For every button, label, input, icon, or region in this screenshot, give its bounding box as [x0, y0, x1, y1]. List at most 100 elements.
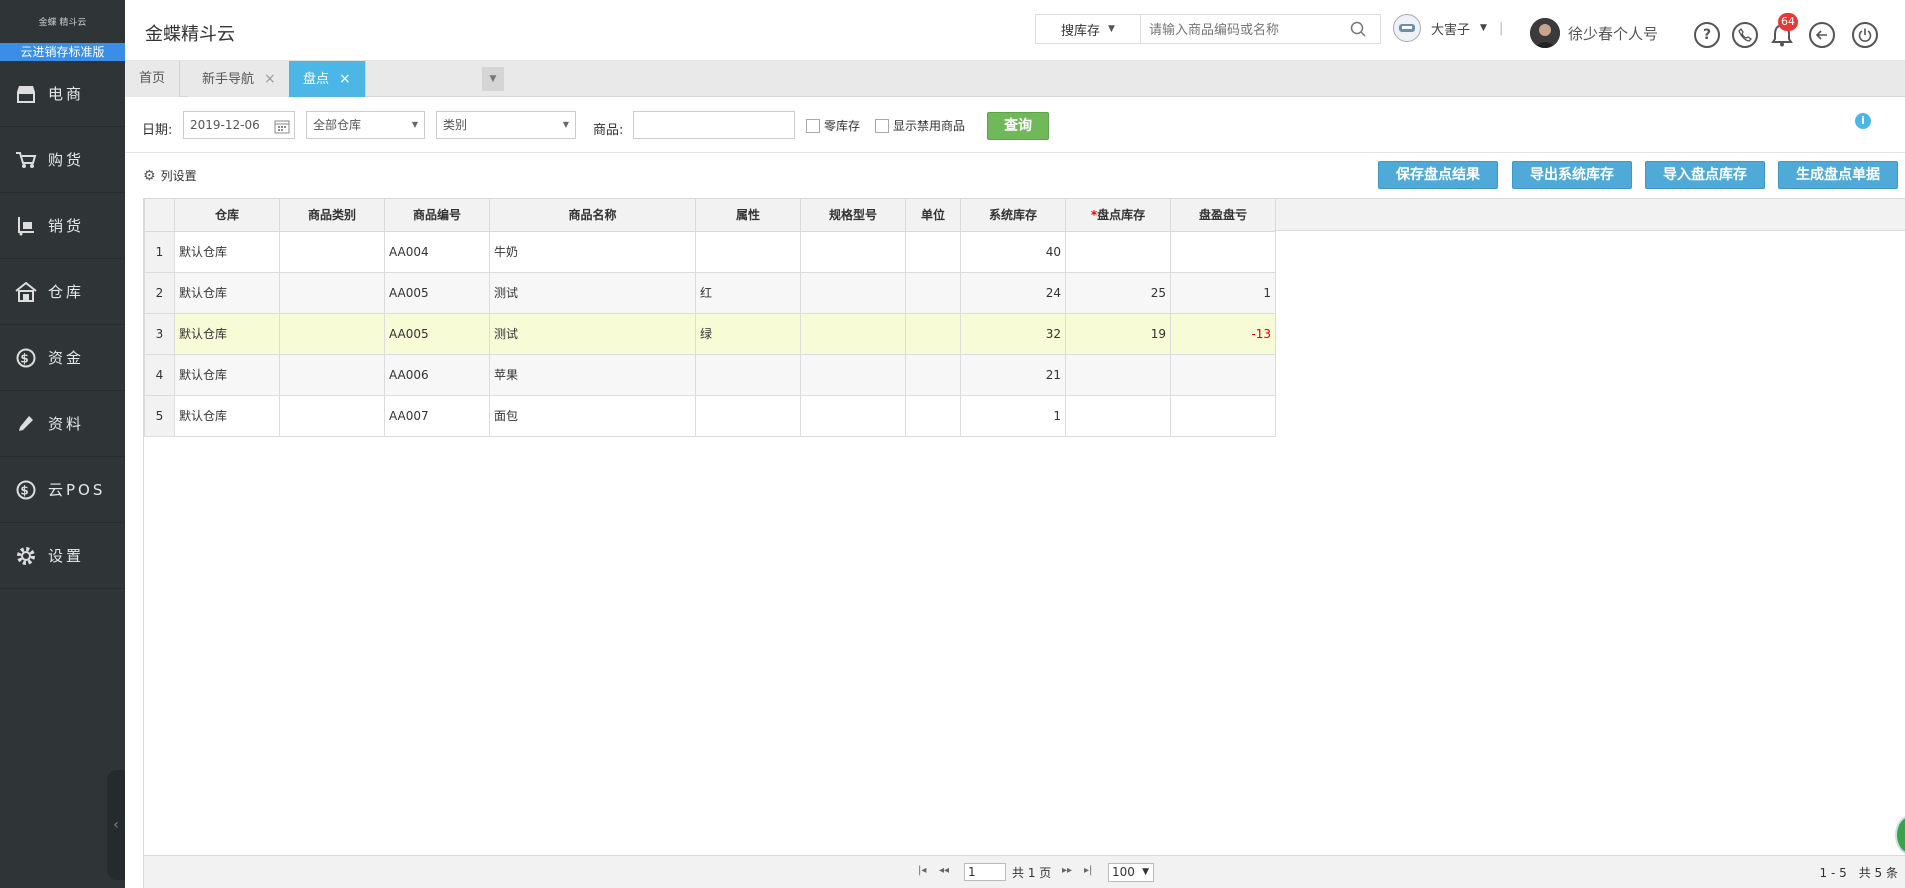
search-icon[interactable] — [1350, 21, 1366, 40]
sidebar-item-label: 销货 — [48, 217, 85, 235]
sidebar-item-cloud-pos[interactable]: $ 云POS — [0, 457, 125, 523]
product-input[interactable] — [633, 111, 795, 139]
sidebar-item-ecommerce[interactable]: 电商 — [0, 61, 125, 127]
category-select[interactable]: 类别 ▼ — [436, 111, 576, 139]
query-button[interactable]: 查询 — [987, 112, 1049, 140]
cell-counted-stock[interactable]: 25 — [1065, 271, 1171, 314]
power-icon[interactable] — [1852, 22, 1878, 48]
dollar-icon: $ — [14, 478, 38, 502]
next-page-icon[interactable]: ▸▸ — [1062, 865, 1072, 876]
cell-counted-stock[interactable] — [1065, 230, 1171, 273]
cell-warehouse: 默认仓库 — [174, 353, 280, 396]
zero-stock-checkbox[interactable]: 零库存 — [806, 117, 860, 134]
column-header — [144, 199, 175, 232]
close-icon[interactable]: × — [264, 71, 276, 87]
sidebar-item-settings[interactable]: 设置 — [0, 523, 125, 589]
tab-home[interactable]: 首页 — [125, 61, 181, 97]
cell-counted-stock[interactable]: 19 — [1065, 312, 1171, 355]
tab-menu-dropdown[interactable]: ▼ — [482, 67, 504, 91]
store-switcher[interactable]: 大害子 ▼ | — [1393, 14, 1503, 42]
cell-category — [279, 230, 385, 273]
column-header[interactable]: 规格型号 — [800, 199, 906, 232]
cell-spec — [800, 312, 906, 355]
import-stocktake-button[interactable]: 导入盘点库存 — [1645, 161, 1765, 189]
warehouse-value: 全部仓库 — [313, 118, 362, 132]
save-stocktake-button[interactable]: 保存盘点结果 — [1378, 161, 1498, 189]
prev-page-icon[interactable]: ◂◂ — [939, 865, 949, 876]
notification-badge: 64 — [1778, 13, 1798, 31]
cell-name: 苹果 — [489, 353, 696, 396]
dollar-icon: $ — [14, 346, 38, 370]
sidebar-nav: 电商 购货 销货 仓库 $ 资金 资料 $ 云POS 设置 — [0, 61, 125, 589]
page-size-select[interactable]: 100 ▼ — [1108, 863, 1154, 882]
table-row[interactable]: 3 默认仓库 AA005 测试绿 32 19 -13 — [144, 312, 1276, 355]
search-input[interactable] — [1149, 16, 1349, 42]
column-header[interactable]: 单位 — [905, 199, 961, 232]
checkbox[interactable] — [806, 118, 820, 133]
column-header[interactable]: 系统库存 — [960, 199, 1066, 232]
cell-counted-stock[interactable] — [1065, 394, 1171, 437]
table-row[interactable]: 5 默认仓库 AA007 面包 1 — [144, 394, 1276, 437]
column-settings-button[interactable]: ⚙ 列设置 — [143, 167, 197, 184]
sidebar-item-funds[interactable]: $ 资金 — [0, 325, 125, 391]
back-icon[interactable] — [1809, 22, 1835, 48]
sidebar-collapse-handle[interactable]: ‹ — [107, 770, 125, 880]
sidebar-item-label: 资料 — [48, 415, 85, 433]
column-header[interactable]: 商品名称 — [489, 199, 696, 232]
export-system-stock-button[interactable]: 导出系统库存 — [1512, 161, 1632, 189]
table-row[interactable]: 2 默认仓库 AA005 测试红 24 25 1 — [144, 271, 1276, 314]
help-icon[interactable]: ? — [1694, 22, 1720, 48]
calendar-icon[interactable] — [274, 117, 290, 143]
cell-warehouse: 默认仓库 — [174, 271, 280, 314]
cell-unit — [905, 394, 961, 437]
phone-icon[interactable] — [1732, 22, 1758, 48]
table-row[interactable]: 4 默认仓库 AA006 苹果 21 — [144, 353, 1276, 396]
sidebar-item-purchase[interactable]: 购货 — [0, 127, 125, 193]
stock-search: 搜库存 ▼ — [1035, 14, 1381, 44]
tab-guide[interactable]: 新手导航 × — [188, 61, 291, 97]
sidebar-item-label: 电商 — [48, 85, 85, 103]
zero-stock-label: 零库存 — [824, 119, 861, 133]
cell-attribute: 绿 — [695, 312, 801, 355]
cell-system-stock: 24 — [960, 271, 1066, 314]
user-menu[interactable]: 徐少春个人号 — [1530, 18, 1658, 48]
cell-counted-stock[interactable] — [1065, 353, 1171, 396]
sidebar-item-warehouse[interactable]: 仓库 — [0, 259, 125, 325]
column-header[interactable]: 仓库 — [174, 199, 280, 232]
generate-stocktake-doc-button[interactable]: 生成盘点单据 — [1778, 161, 1898, 189]
column-header-label: 盘点库存 — [1097, 208, 1146, 223]
show-disabled-label: 显示禁用商品 — [893, 119, 966, 133]
column-header[interactable]: 商品编号 — [384, 199, 490, 232]
warehouse-select[interactable]: 全部仓库 ▼ — [306, 111, 425, 139]
cell-unit — [905, 230, 961, 273]
page-number-input[interactable]: 1 — [964, 863, 1006, 881]
caret-down-icon: ▼ — [489, 74, 497, 84]
checkbox[interactable] — [875, 118, 889, 133]
tab-stocktake[interactable]: 盘点 × — [289, 61, 366, 97]
cell-category — [279, 271, 385, 314]
column-header[interactable]: 商品类别 — [279, 199, 385, 232]
svg-text:$: $ — [20, 351, 31, 365]
search-scope-dropdown[interactable]: 搜库存 ▼ — [1036, 15, 1141, 43]
cell-category — [279, 353, 385, 396]
close-icon[interactable]: × — [339, 71, 351, 87]
logo-text: 金蝶 精斗云 — [38, 18, 87, 28]
info-icon[interactable]: i — [1855, 113, 1871, 129]
sidebar-item-label: 资金 — [48, 349, 85, 367]
store-icon — [14, 82, 38, 106]
date-picker[interactable]: 2019-12-06 — [183, 111, 295, 139]
table-row[interactable]: 1 默认仓库 AA004 牛奶 40 — [144, 230, 1276, 273]
logo: 金蝶 精斗云 — [0, 0, 125, 43]
column-header[interactable]: 盘盈盘亏 — [1170, 199, 1276, 232]
filter-bar: 日期: 2019-12-06 全部仓库 ▼ 类别 ▼ 商品: 零库存 显示禁用商… — [125, 97, 1905, 153]
sidebar-item-sales[interactable]: 销货 — [0, 193, 125, 259]
column-header[interactable]: *盘点库存 — [1065, 199, 1171, 232]
last-page-icon[interactable]: ▸| — [1084, 865, 1092, 876]
show-disabled-checkbox[interactable]: 显示禁用商品 — [875, 117, 965, 134]
sidebar-item-data[interactable]: 资料 — [0, 391, 125, 457]
tab-label: 盘点 — [303, 72, 330, 87]
cell-code: AA005 — [384, 271, 490, 314]
first-page-icon[interactable]: |◂ — [918, 865, 926, 876]
column-header[interactable]: 属性 — [695, 199, 801, 232]
cell-attribute: 红 — [695, 271, 801, 314]
